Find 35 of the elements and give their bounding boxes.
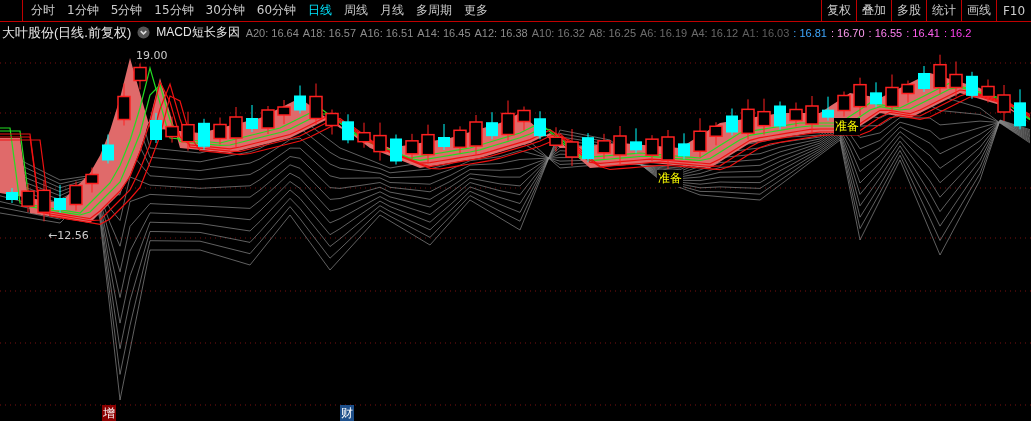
indicator-value: A16: 16.51: [360, 26, 414, 39]
indicator-value: A20: 16.64: [245, 26, 299, 39]
indicator-value: A8: 16.25: [588, 26, 637, 39]
indicator-value: A10: 16.32: [531, 26, 585, 39]
period-tab[interactable]: 更多: [464, 2, 489, 19]
indicator-value: : 16.41: [906, 26, 940, 39]
indicator-value: : 16.70: [830, 26, 865, 39]
indicator-value: A14: 16.45: [417, 26, 471, 39]
low-price-label: ←12.56: [48, 229, 89, 242]
signal-label: 准备: [834, 118, 860, 135]
dropdown-icon[interactable]: [137, 26, 151, 39]
period-tab[interactable]: 5分钟: [110, 2, 143, 19]
period-tab[interactable]: 月线: [380, 2, 405, 19]
indicator-value: : 16.2: [943, 26, 972, 39]
signal-label: 准备: [657, 170, 683, 187]
stock-title: 大叶股份(日线.前复权): [2, 23, 132, 42]
period-tab[interactable]: 1分钟: [67, 2, 99, 19]
indicator-value: A1: 16.03: [742, 26, 790, 39]
indicator-value: : 16.81: [793, 26, 827, 39]
high-price-label: 19.00: [136, 49, 168, 62]
event-marker[interactable]: 财: [340, 405, 354, 421]
indicator-value: A6: 16.19: [640, 26, 688, 39]
period-tab[interactable]: 15分钟: [154, 2, 194, 19]
period-tab[interactable]: 周线: [344, 2, 369, 19]
indicator-value: A12: 16.38: [474, 26, 528, 39]
period-tab[interactable]: 分时: [31, 2, 55, 19]
period-tab[interactable]: 60分钟: [256, 2, 297, 19]
period-tab[interactable]: 日线: [308, 2, 333, 19]
indicator-name: MACD短长多因: [156, 24, 240, 41]
indicator-value: : 16.55: [868, 26, 903, 39]
indicator-value: A18: 16.57: [302, 26, 357, 39]
indicator-value: A4: 16.12: [691, 26, 739, 39]
period-tab[interactable]: 多周期: [416, 2, 453, 19]
period-tab[interactable]: 30分钟: [205, 2, 245, 19]
event-marker[interactable]: 增: [102, 405, 116, 421]
